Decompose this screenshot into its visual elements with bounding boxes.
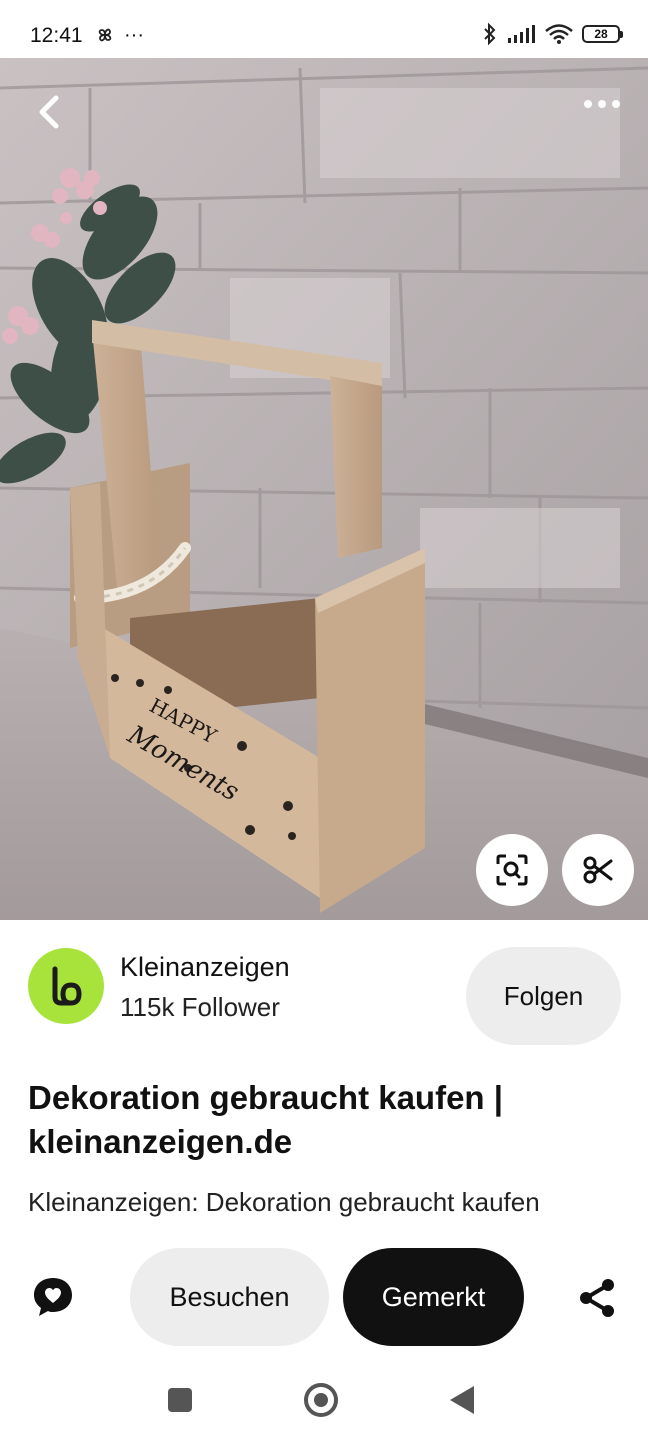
visual-search-button[interactable] (476, 834, 548, 906)
status-left-icons: ··· (94, 24, 144, 46)
avatar[interactable] (28, 948, 104, 1024)
signal-icon (508, 25, 535, 43)
battery-level: 28 (594, 27, 608, 41)
status-time: 12:41 (30, 24, 83, 47)
follow-button[interactable]: Folgen (466, 947, 621, 1045)
pin-image[interactable]: HAPPY Moments (0, 58, 648, 920)
pin-description: Kleinanzeigen: Dekoration gebraucht kauf… (28, 1187, 540, 1217)
status-bar: 12:41 ··· 28 (0, 0, 648, 58)
system-nav-bar (0, 1358, 648, 1440)
pinwheel-icon (98, 28, 112, 42)
back-arrow-icon[interactable] (28, 90, 72, 134)
recent-apps-button[interactable] (168, 1388, 192, 1412)
saved-button[interactable]: Gemerkt (343, 1248, 524, 1346)
pin-photo: HAPPY Moments (0, 58, 648, 920)
scissors-icon (583, 856, 613, 884)
wifi-icon (545, 24, 573, 44)
action-bar: Besuchen Gemerkt (0, 1228, 648, 1358)
cutout-button[interactable] (562, 834, 634, 906)
more-dots-icon[interactable] (580, 90, 624, 118)
system-back-button[interactable] (450, 1386, 474, 1414)
visit-button[interactable]: Besuchen (130, 1248, 329, 1346)
creator-row: Kleinanzeigen 115k Follower Folgen (0, 920, 648, 1060)
comment-icon[interactable] (30, 1274, 76, 1320)
pin-title: Dekoration gebraucht kaufen | kleinanzei… (28, 1079, 503, 1160)
kleinanzeigen-logo-icon (52, 966, 82, 1006)
visual-search-icon (496, 854, 528, 886)
home-button[interactable] (304, 1383, 338, 1417)
battery-icon: 28 (582, 25, 623, 43)
status-right-icons: 28 (482, 22, 623, 46)
bluetooth-icon (484, 22, 496, 46)
creator-name[interactable]: Kleinanzeigen (120, 952, 290, 983)
share-icon[interactable] (576, 1276, 620, 1320)
status-overflow-dots: ··· (124, 24, 144, 46)
creator-follower-count: 115k Follower (120, 992, 280, 1022)
